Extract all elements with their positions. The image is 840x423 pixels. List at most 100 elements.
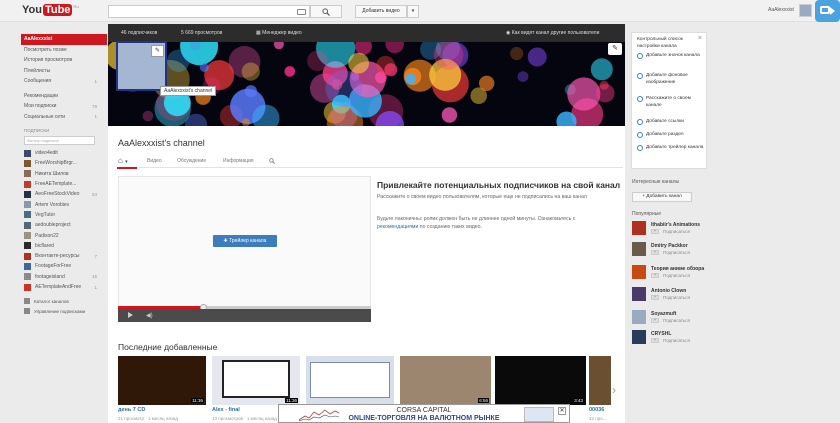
subscribe-plus-icon[interactable]: + (651, 229, 659, 234)
subscription-avatar (24, 170, 31, 178)
subscription-item[interactable]: FootageForFree (21, 261, 107, 271)
play-icon[interactable] (128, 312, 133, 318)
subscription-item[interactable]: Никита Шилов (21, 169, 107, 179)
subscription-item[interactable]: AeoFreeStockVideo 53 (21, 189, 107, 199)
popular-channel-item[interactable]: Ithabiir's Animations + Подписаться (632, 221, 712, 236)
tab-discussion[interactable]: Обсуждение (177, 158, 206, 164)
sidebar-footer-link[interactable]: Каталог каналов (21, 296, 107, 306)
sidebar-item-label: Плейлисты (24, 67, 51, 74)
popular-channel-item[interactable]: CRYSHL + Подписаться (632, 330, 712, 345)
subscription-avatar (24, 190, 31, 198)
bottom-ad-banner[interactable]: CORSA CAPITAL ONLINE-ТОРГОВЛЯ НА ВАЛЮТНО… (278, 404, 570, 423)
logo-text: You (22, 4, 42, 16)
subscriptions-heading: ПОДПИСКИ (24, 128, 50, 133)
subscription-item[interactable]: Вконтакте-ресурсы 7 (21, 251, 107, 261)
subscriptions-filter-input[interactable]: Фильтр подписок (24, 136, 95, 145)
channel-setup-checklist: Контрольный список настройки канала × До… (631, 32, 707, 169)
volume-icon[interactable]: ◀) (146, 312, 153, 319)
popular-channel-item[interactable]: Dmitry Packkor + Подписаться (632, 242, 712, 257)
subscription-item[interactable]: aedoubleproject (21, 220, 107, 230)
subscribe-plus-icon[interactable]: + (651, 250, 659, 255)
tab-videos[interactable]: Видео (147, 158, 162, 164)
user-avatar[interactable] (799, 4, 812, 17)
subscription-item[interactable]: bicflared (21, 241, 107, 251)
popular-channel-item[interactable]: Теория аниме обзора + Подписаться (632, 265, 712, 280)
checklist-item[interactable]: Добавьте раздел (637, 132, 705, 139)
upload-dropdown-arrow[interactable]: ▾ (407, 5, 419, 18)
subscription-item[interactable]: FreeWorshipBrgr... (21, 158, 107, 168)
checklist-item[interactable]: Расскажите о своем канале (637, 96, 705, 109)
subscribe-button[interactable]: Подписаться (663, 229, 690, 234)
banner-edit-pencil-icon[interactable]: ✎ (608, 43, 622, 55)
subscribe-plus-icon[interactable]: + (651, 295, 659, 300)
subscribe-plus-icon[interactable]: + (651, 338, 659, 343)
video-title[interactable]: день 7 CD (118, 407, 145, 413)
youtube-logo[interactable]: You Tube RU (22, 4, 79, 16)
sidebar-item-1[interactable]: Посмотреть позже (21, 45, 107, 56)
add-channel-button[interactable]: + Добавить канал (632, 192, 692, 202)
checklist-item[interactable]: Добавьте фоновое изображение (637, 73, 705, 86)
video-manager-link[interactable]: ▦ Менеджер видео (256, 30, 302, 36)
search-input[interactable] (108, 5, 310, 18)
home-tab-icon[interactable]: ⌂ ▾ (118, 156, 128, 165)
view-as-link[interactable]: ◉ Как видят канал другие пользователи (506, 30, 599, 36)
subscribe-plus-icon[interactable]: + (651, 273, 659, 278)
video-thumbnail[interactable]: 11:36 (118, 356, 206, 405)
ad-close-icon[interactable]: ✕ (558, 407, 566, 415)
video-thumbnail[interactable] (306, 356, 394, 405)
checklist-close-icon[interactable]: × (698, 35, 702, 42)
view-count[interactable]: 5 669 просмотров (181, 30, 222, 36)
sidebar-item-0[interactable]: AaAlexxxist (21, 34, 107, 45)
subscriber-count[interactable]: 46 подписчиков (121, 30, 157, 36)
subscribe-button[interactable]: Подписаться (663, 250, 690, 255)
subscription-item[interactable]: AETemplateAndFree 1 (21, 282, 107, 292)
tab-search-icon[interactable] (269, 158, 275, 166)
search-button[interactable] (310, 5, 342, 18)
popular-channel-item[interactable]: Antonio Clown + Подписаться (632, 287, 712, 302)
sidebar-item-4[interactable]: Сообщения 1 (21, 76, 107, 87)
subscribe-button[interactable]: Подписаться (663, 338, 690, 343)
checklist-item[interactable]: Добавьте значок канала (637, 53, 705, 60)
video-thumbnail[interactable] (589, 356, 611, 405)
carousel-next-arrow-icon[interactable]: › (612, 383, 616, 397)
video-meta: 12 про... (589, 416, 607, 421)
channel-trailer-player[interactable] (118, 176, 371, 322)
subscribe-plus-icon[interactable]: + (651, 318, 659, 323)
sidebar-item-3[interactable]: Плейлисты (21, 66, 107, 77)
subscription-label: video4edit (35, 150, 58, 157)
subscription-label: FreeAETemplate... (35, 181, 77, 188)
checklist-item[interactable]: Добавьте ссылки (637, 119, 705, 126)
video-thumbnail[interactable]: 11:36 (212, 356, 300, 405)
sidebar-item-2[interactable]: История просмотров (21, 55, 107, 66)
avatar-edit-pencil-icon[interactable]: ✎ (151, 45, 164, 57)
subscription-label: bicflared (35, 242, 54, 249)
video-title[interactable]: 00036 (589, 407, 604, 413)
username-label[interactable]: AaAlexxxist (768, 7, 794, 13)
sidebar-footer-link[interactable]: Управление подписками (21, 306, 107, 316)
subscribe-button[interactable]: Подписаться (663, 318, 690, 323)
active-tab-underline (117, 167, 137, 169)
upload-button[interactable]: Добавить видео (355, 5, 407, 18)
popular-channel-item[interactable]: Soyazmuft + Подписаться (632, 310, 712, 325)
subscription-item[interactable]: Padison22 (21, 230, 107, 240)
tab-about[interactable]: Информация (223, 158, 254, 164)
sidebar-item-feed-0[interactable]: Рекомендации (21, 91, 107, 102)
video-thumbnail[interactable]: 6:56 (400, 356, 491, 405)
subscription-item[interactable]: Artem Vorobiev (21, 199, 107, 209)
video-camera-icon[interactable] (815, 0, 840, 22)
keyboard-icon[interactable] (297, 9, 306, 15)
subscription-item[interactable]: VegTutor (21, 210, 107, 220)
subscribe-button[interactable]: Подписаться (663, 295, 690, 300)
subscribe-button[interactable]: Подписаться (663, 273, 690, 278)
sidebar-item-feed-1[interactable]: Мои подписки 79 (21, 101, 107, 112)
video-thumbnail[interactable]: 3:43 (495, 356, 586, 405)
guidelines-link[interactable]: рекомендациями (377, 224, 418, 230)
sidebar-item-feed-2[interactable]: Социальные сети 1 (21, 112, 107, 123)
subscription-item[interactable]: video4edit (21, 148, 107, 158)
subscription-item[interactable]: footageisland 16 (21, 272, 107, 282)
subscription-avatar (24, 273, 31, 281)
subscription-item[interactable]: FreeAETemplate... (21, 179, 107, 189)
video-title[interactable]: Alex - final (212, 407, 240, 413)
checklist-item[interactable]: Добавьте трейлер канала (637, 145, 705, 152)
channel-trailer-button[interactable]: ✚ Трейлер канала (213, 235, 277, 247)
